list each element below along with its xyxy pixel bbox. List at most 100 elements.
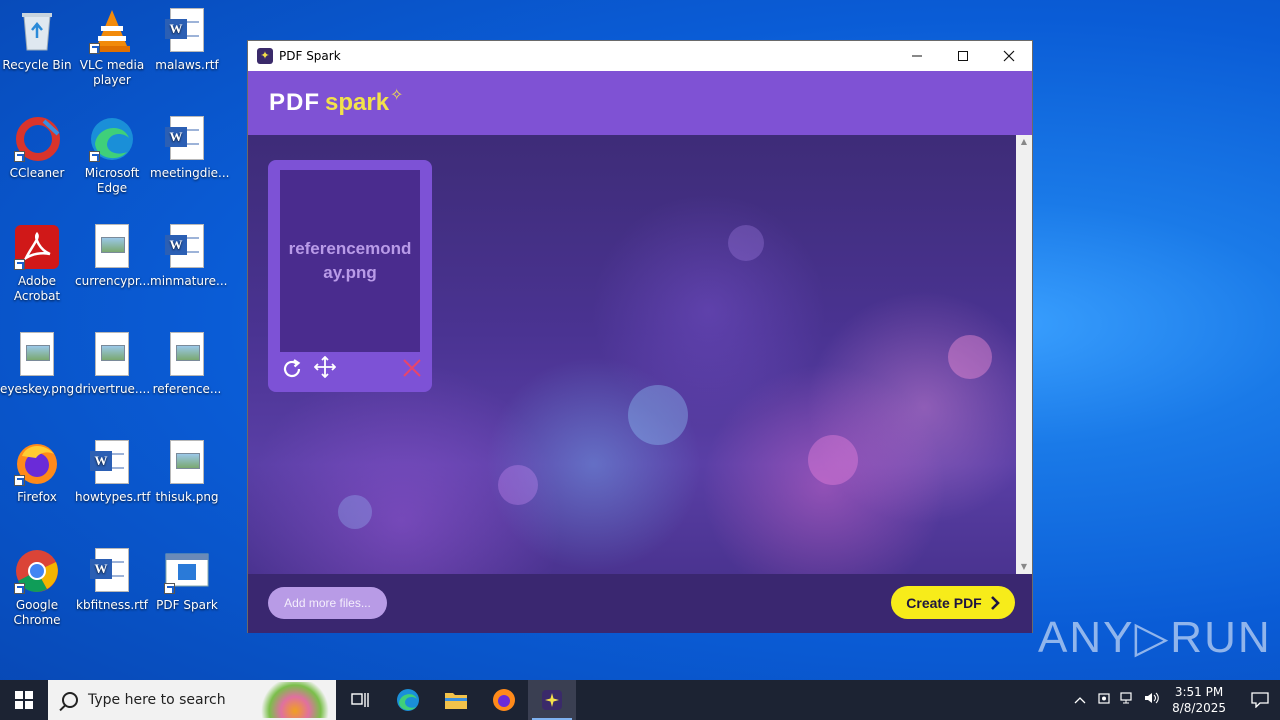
pdf-spark-shortcut-icon bbox=[164, 548, 210, 594]
remove-file-button[interactable] bbox=[402, 356, 422, 384]
desktop-icon-kbfitness[interactable]: W kbfitness.rtf bbox=[75, 548, 149, 613]
chevron-up-icon[interactable] bbox=[1068, 693, 1092, 708]
create-pdf-button[interactable]: Create PDF bbox=[891, 586, 1015, 619]
taskbar-firefox[interactable] bbox=[480, 680, 528, 720]
minimize-button[interactable] bbox=[894, 41, 940, 71]
create-pdf-label: Create PDF bbox=[906, 594, 982, 611]
pdf-spark-window: ✦ PDF Spark PDF spark ✧ referencemonday.… bbox=[247, 40, 1033, 633]
desktop-icon-thisuk[interactable]: thisuk.png bbox=[150, 440, 224, 505]
add-more-files-button[interactable]: Add more files... bbox=[268, 587, 387, 619]
taskbar-edge[interactable] bbox=[384, 680, 432, 720]
file-card[interactable]: referencemonday.png bbox=[268, 160, 432, 392]
desktop-icon-recycle-bin[interactable]: Recycle Bin bbox=[0, 8, 74, 73]
windows-logo-icon bbox=[15, 691, 33, 709]
start-button[interactable] bbox=[0, 680, 48, 720]
desktop-icon-adobe-acrobat[interactable]: Adobe Acrobat bbox=[0, 224, 74, 304]
background-bokeh bbox=[728, 225, 764, 261]
firefox-icon bbox=[493, 689, 515, 711]
png-file-icon bbox=[14, 332, 60, 378]
desktop-icon-label: drivertrue.... bbox=[75, 382, 151, 396]
volume-icon[interactable] bbox=[1140, 691, 1164, 709]
word-document-icon: W bbox=[89, 440, 135, 486]
png-file-icon bbox=[164, 440, 210, 486]
notifications-button[interactable] bbox=[1240, 680, 1280, 720]
desktop-icon-vlc[interactable]: VLC media player bbox=[75, 8, 149, 88]
desktop-icon-label: meetingdie... bbox=[150, 166, 230, 180]
scroll-up-arrow-icon[interactable]: ▲ bbox=[1016, 135, 1032, 149]
remove-icon bbox=[403, 359, 421, 377]
background-bokeh bbox=[948, 335, 992, 379]
rotate-icon bbox=[283, 359, 301, 378]
desktop-icon-label: reference... bbox=[152, 382, 222, 396]
desktop-icon-label: howtypes.rtf bbox=[75, 490, 151, 504]
folder-icon bbox=[445, 693, 467, 709]
anyrun-watermark: ANY▷RUN bbox=[1038, 613, 1272, 662]
taskbar-pdf-spark[interactable] bbox=[528, 680, 576, 720]
desktop-icon-malaws[interactable]: W malaws.rtf bbox=[150, 8, 224, 73]
desktop-icon-reference[interactable]: reference... bbox=[150, 332, 224, 397]
chevron-right-icon bbox=[990, 595, 1000, 610]
maximize-icon bbox=[958, 51, 968, 61]
taskbar-file-explorer[interactable] bbox=[432, 680, 480, 720]
taskbar-clock[interactable]: 3:51 PM 8/8/2025 bbox=[1172, 684, 1226, 716]
word-document-icon: W bbox=[164, 8, 210, 54]
desktop-icon-drivertrue[interactable]: drivertrue.... bbox=[75, 332, 151, 397]
chrome-icon bbox=[14, 548, 60, 594]
app-header: PDF spark ✧ bbox=[248, 71, 1032, 135]
rotate-button[interactable] bbox=[281, 358, 303, 386]
desktop-icon-howtypes[interactable]: W howtypes.rtf bbox=[75, 440, 151, 505]
desktop-icon-currencypr[interactable]: currencypr... bbox=[75, 224, 151, 289]
desktop-icon-label: Firefox bbox=[17, 490, 57, 504]
word-document-icon: W bbox=[164, 116, 210, 162]
desktop-icon-firefox[interactable]: Firefox bbox=[0, 440, 74, 505]
background-bokeh bbox=[628, 385, 688, 445]
edge-icon bbox=[397, 689, 419, 711]
desktop-icon-label: Adobe Acrobat bbox=[13, 274, 61, 303]
file-drop-area[interactable]: referencemonday.png bbox=[248, 135, 1016, 574]
vertical-scrollbar[interactable]: ▲ ▼ bbox=[1016, 135, 1032, 574]
recycle-bin-icon bbox=[14, 8, 60, 54]
task-view-button[interactable] bbox=[336, 680, 384, 720]
edge-icon bbox=[89, 116, 135, 162]
move-button[interactable] bbox=[313, 355, 337, 384]
desktop-icon-eyeskey[interactable]: eyeskey.png bbox=[0, 332, 74, 397]
png-file-icon bbox=[164, 332, 210, 378]
minimize-icon bbox=[912, 55, 922, 57]
clock-date: 8/8/2025 bbox=[1172, 701, 1226, 715]
desktop-icon-meetingdie[interactable]: W meetingdie... bbox=[150, 116, 230, 181]
desktop-icon-label: thisuk.png bbox=[155, 490, 219, 504]
desktop-icon-label: Google Chrome bbox=[13, 598, 61, 627]
firefox-icon bbox=[14, 440, 60, 486]
taskbar-search-box[interactable]: Type here to search bbox=[48, 680, 336, 720]
background-bokeh bbox=[338, 495, 372, 529]
desktop-icon-label: Recycle Bin bbox=[2, 58, 72, 72]
security-icon[interactable] bbox=[1092, 691, 1116, 709]
window-titlebar[interactable]: ✦ PDF Spark bbox=[248, 41, 1032, 71]
desktop-icon-ccleaner[interactable]: CCleaner bbox=[0, 116, 74, 181]
png-file-icon bbox=[89, 332, 135, 378]
background-bokeh bbox=[808, 435, 858, 485]
desktop-icon-minmature[interactable]: W minmature... bbox=[150, 224, 227, 289]
maximize-button[interactable] bbox=[940, 41, 986, 71]
word-document-icon: W bbox=[164, 224, 210, 270]
adobe-acrobat-icon bbox=[14, 224, 60, 270]
move-icon bbox=[313, 355, 337, 379]
png-file-icon bbox=[89, 224, 135, 270]
desktop-icon-pdf-spark[interactable]: PDF Spark bbox=[150, 548, 224, 613]
desktop-icon-label: malaws.rtf bbox=[155, 58, 219, 72]
desktop-icon-label: VLC media player bbox=[79, 58, 145, 87]
desktop-icon-label: Microsoft Edge bbox=[84, 166, 140, 195]
network-icon[interactable] bbox=[1116, 691, 1140, 709]
close-button[interactable] bbox=[986, 41, 1032, 71]
pdf-spark-icon bbox=[542, 690, 562, 710]
window-title: PDF Spark bbox=[279, 49, 341, 63]
desktop-icon-label: currencypr... bbox=[75, 274, 151, 288]
desktop-icon-google-chrome[interactable]: Google Chrome bbox=[0, 548, 74, 628]
desktop-icon-microsoft-edge[interactable]: Microsoft Edge bbox=[75, 116, 149, 196]
scroll-down-arrow-icon[interactable]: ▼ bbox=[1016, 560, 1032, 574]
desktop-icon-label: kbfitness.rtf bbox=[76, 598, 148, 612]
pdf-spark-app-icon: ✦ bbox=[257, 48, 273, 64]
search-icon bbox=[62, 692, 78, 708]
word-document-icon: W bbox=[89, 548, 135, 594]
sparkle-icon: ✧ bbox=[390, 84, 404, 104]
